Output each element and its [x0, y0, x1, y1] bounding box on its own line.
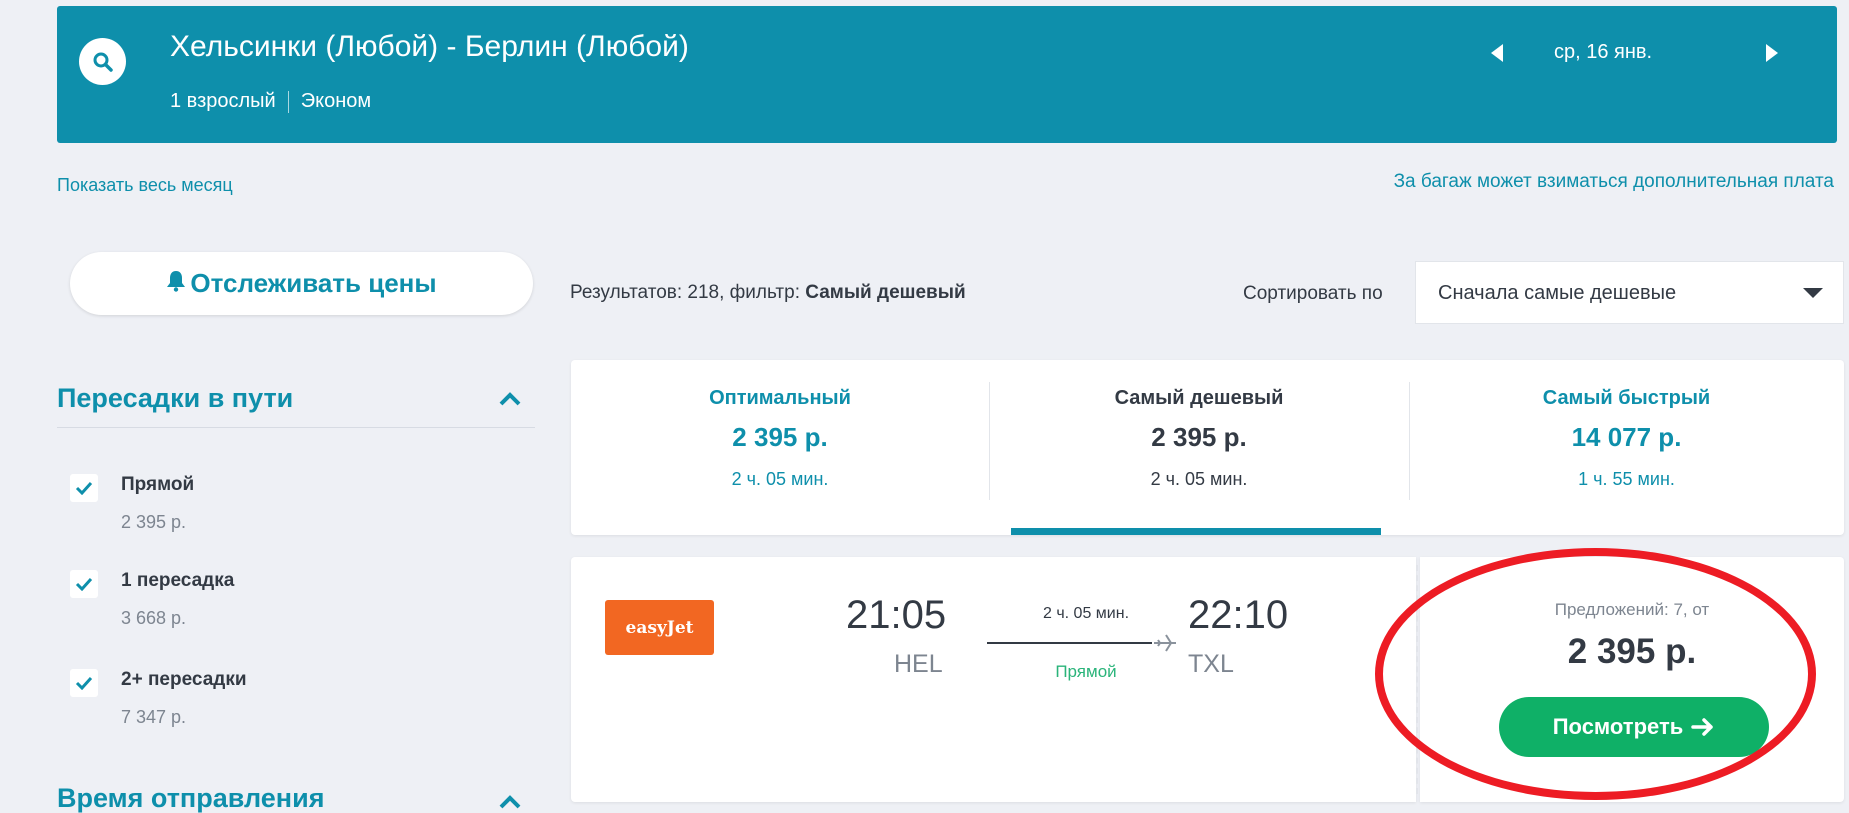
- track-prices-label: Отслеживать цены: [190, 268, 437, 298]
- departure-filter-title[interactable]: Время отправления: [57, 783, 324, 813]
- stop-option-direct[interactable]: Прямой 2 395 р.: [70, 472, 390, 532]
- tab-title: Оптимальный: [709, 387, 851, 409]
- active-filter: Самый дешевый: [805, 282, 966, 303]
- offers-count: Предложений: 7, от: [1554, 600, 1710, 619]
- previous-date-button[interactable]: [1482, 38, 1512, 68]
- flight-details[interactable]: easyJet 21:05 HEL 2 ч. 05 мин. Прямой 22…: [571, 557, 1416, 802]
- checkmark-icon: [75, 676, 93, 690]
- arrival-airport: TXL: [1188, 650, 1234, 678]
- stops-filter-title[interactable]: Пересадки в пути: [57, 383, 293, 414]
- baggage-fee-link[interactable]: За багаж может взиматься дополнительная …: [1394, 171, 1834, 193]
- stop-price: 2 395 р.: [121, 512, 187, 532]
- flight-duration: 2 ч. 05 мин.: [1042, 605, 1130, 622]
- selected-date: ср, 16 янв.: [1554, 41, 1653, 63]
- departure-time: 21:05: [846, 593, 947, 637]
- arrow-right-icon: [1691, 718, 1714, 736]
- view-deal-button[interactable]: Посмотреть: [1499, 697, 1769, 757]
- direct-checkbox[interactable]: [70, 474, 98, 502]
- tab-title: Самый быстрый: [1542, 387, 1711, 409]
- two-plus-stops-checkbox[interactable]: [70, 669, 98, 697]
- triangle-right-icon: [1766, 44, 1778, 62]
- tab-optimal[interactable]: Оптимальный 2 395 р. 2 ч. 05 мин.: [571, 360, 989, 535]
- chevron-up-icon: [499, 795, 521, 809]
- triangle-left-icon: [1491, 44, 1503, 62]
- flight-result-card[interactable]: easyJet 21:05 HEL 2 ч. 05 мин. Прямой 22…: [571, 557, 1844, 802]
- departure-collapse-toggle[interactable]: [495, 792, 525, 812]
- results-count: Результатов: 218, фильтр:: [570, 282, 806, 303]
- stop-label: 1 пересадка: [121, 570, 235, 591]
- caret-down-icon: [1803, 288, 1823, 298]
- tab-fastest[interactable]: Самый быстрый 14 077 р. 1 ч. 55 мин.: [1409, 360, 1844, 535]
- arrival-time: 22:10: [1188, 593, 1289, 637]
- tab-price: 14 077 р.: [1571, 422, 1682, 452]
- stop-option-one[interactable]: 1 пересадка 3 668 р.: [70, 568, 390, 628]
- bell-icon: [166, 268, 186, 299]
- tab-cheapest[interactable]: Самый дешевый 2 395 р. 2 ч. 05 мин.: [989, 360, 1409, 535]
- search-icon: [93, 52, 113, 72]
- one-stop-checkbox[interactable]: [70, 570, 98, 598]
- route-line: [987, 642, 1152, 644]
- filter-divider: [57, 427, 535, 428]
- chevron-up-icon: [499, 392, 521, 406]
- tab-duration: 2 ч. 05 мин.: [731, 469, 829, 489]
- sort-value: Сначала самые дешевые: [1438, 282, 1677, 304]
- stop-price: 3 668 р.: [121, 608, 187, 628]
- stop-label: Прямой: [121, 474, 195, 495]
- route-title: Хельсинки (Любой) - Берлин (Любой): [170, 30, 689, 63]
- stop-label: 2+ пересадки: [121, 669, 247, 690]
- details-divider: [287, 90, 289, 113]
- trip-details: 1 взрослый Эконом: [170, 90, 371, 113]
- stop-option-two-plus[interactable]: 2+ пересадки 7 347 р.: [70, 667, 390, 727]
- tab-price: 2 395 р.: [732, 422, 828, 452]
- show-month-link[interactable]: Показать весь месяц: [57, 175, 233, 196]
- stops-collapse-toggle[interactable]: [495, 389, 525, 409]
- checkmark-icon: [75, 481, 93, 495]
- stop-price: 7 347 р.: [121, 707, 187, 727]
- track-prices-button[interactable]: Отслеживать цены: [70, 252, 533, 315]
- tab-duration: 1 ч. 55 мин.: [1578, 469, 1675, 489]
- view-deal-label: Посмотреть: [1552, 714, 1684, 739]
- departure-airport: HEL: [894, 650, 943, 678]
- sort-label: Сортировать по: [1243, 283, 1383, 304]
- active-tab-indicator: [1011, 528, 1381, 535]
- checkmark-icon: [75, 577, 93, 591]
- results-summary: Результатов: 218, фильтр: Самый дешевый: [570, 282, 966, 304]
- offer-price: 2 395 р.: [1567, 632, 1697, 671]
- plane-icon: [1154, 634, 1176, 652]
- search-button[interactable]: [79, 38, 126, 85]
- sort-dropdown[interactable]: Сначала самые дешевые: [1415, 261, 1844, 324]
- cabin-class: Эконом: [300, 90, 372, 112]
- sort-tabs: Оптимальный 2 395 р. 2 ч. 05 мин. Самый …: [571, 360, 1844, 535]
- tab-price: 2 395 р.: [1151, 422, 1247, 452]
- passenger-count: 1 взрослый: [170, 90, 276, 112]
- tab-title: Самый дешевый: [1114, 387, 1284, 409]
- stops-label: Прямой: [1055, 662, 1117, 681]
- next-date-button[interactable]: [1757, 38, 1787, 68]
- airline-logo: easyJet: [605, 600, 714, 655]
- price-panel: Предложений: 7, от 2 395 р. Посмотреть: [1420, 557, 1844, 802]
- tab-duration: 2 ч. 05 мин.: [1150, 469, 1248, 489]
- search-summary-header[interactable]: Хельсинки (Любой) - Берлин (Любой) 1 взр…: [57, 6, 1837, 143]
